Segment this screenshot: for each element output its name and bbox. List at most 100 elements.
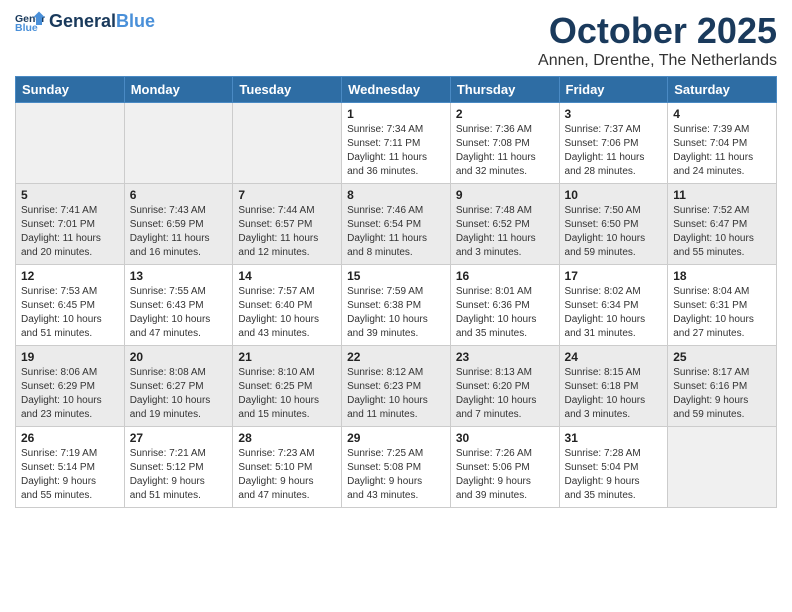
- day-info: Sunrise: 8:02 AM Sunset: 6:34 PM Dayligh…: [565, 285, 663, 341]
- calendar-cell: 23Sunrise: 8:13 AM Sunset: 6:20 PM Dayli…: [450, 346, 559, 427]
- day-info: Sunrise: 7:48 AM Sunset: 6:52 PM Dayligh…: [456, 204, 554, 260]
- day-number: 23: [456, 350, 554, 364]
- calendar-table: Sunday Monday Tuesday Wednesday Thursday…: [15, 76, 777, 508]
- calendar-cell: 25 Sunrise: 8:17 AM Sunset: 6:16 PM Dayli…: [668, 346, 777, 427]
- calendar-cell: 22 Sunrise: 8:12 AM Sunset: 6:23 PM Dayli…: [342, 346, 451, 427]
- calendar-cell: 21 Sunrise: 8:10 AM Sunset: 6:25 PM Dayli…: [233, 346, 342, 427]
- logo-blue: Blue: [116, 11, 155, 31]
- day-info: Sunrise: 7:23 AM Sunset: 5:10 PM Dayligh…: [238, 447, 336, 503]
- calendar-cell: 24Sunrise: 8:15 AM Sunset: 6:18 PM Dayli…: [559, 346, 668, 427]
- calendar-cell: 20 Sunrise: 8:08 AM Sunset: 6:27 PM Dayli…: [124, 346, 233, 427]
- day-info: Sunrise: 7:37 AM Sunset: 7:06 PM Dayligh…: [565, 123, 663, 179]
- calendar-cell: 8 Sunrise: 7:46 AM Sunset: 6:54 PM Daylig…: [342, 184, 451, 265]
- location: Annen, Drenthe, The Netherlands: [538, 52, 777, 70]
- header-tuesday: Tuesday: [233, 77, 342, 103]
- calendar-cell: 27Sunrise: 7:21 AM Sunset: 5:12 PM Dayli…: [124, 427, 233, 508]
- calendar-week-row-4: 19 Sunrise: 8:06 AM Sunset: 6:29 PM Dayli…: [16, 346, 777, 427]
- calendar-cell: 2Sunrise: 7:36 AM Sunset: 7:08 PM Daylig…: [450, 103, 559, 184]
- calendar-cell: 17 Sunrise: 8:02 AM Sunset: 6:34 PM Dayli…: [559, 265, 668, 346]
- day-number: 14: [238, 269, 336, 283]
- day-number: 11: [673, 188, 771, 202]
- day-number: 12: [21, 269, 119, 283]
- day-number: 8: [347, 188, 445, 202]
- calendar-cell: 18 Sunrise: 8:04 AM Sunset: 6:31 PM Dayli…: [668, 265, 777, 346]
- day-info: Sunrise: 7:41 AM Sunset: 7:01 PM Dayligh…: [21, 204, 119, 260]
- calendar-cell: 7Sunrise: 7:44 AM Sunset: 6:57 PM Daylig…: [233, 184, 342, 265]
- day-info: Sunrise: 7:39 AM Sunset: 7:04 PM Dayligh…: [673, 123, 771, 179]
- month-title: October 2025: [538, 10, 777, 52]
- calendar-week-row-3: 12Sunrise: 7:53 AM Sunset: 6:45 PM Dayli…: [16, 265, 777, 346]
- day-number: 26: [21, 431, 119, 445]
- day-info: Sunrise: 7:28 AM Sunset: 5:04 PM Dayligh…: [565, 447, 663, 503]
- day-number: 15: [347, 269, 445, 283]
- day-number: 13: [130, 269, 228, 283]
- header-friday: Friday: [559, 77, 668, 103]
- day-number: 20: [130, 350, 228, 364]
- day-info: Sunrise: 7:59 AM Sunset: 6:38 PM Dayligh…: [347, 285, 445, 341]
- weekday-header-row: Sunday Monday Tuesday Wednesday Thursday…: [16, 77, 777, 103]
- day-number: 16: [456, 269, 554, 283]
- logo: General Blue GeneralBlue: [15, 10, 155, 34]
- calendar-cell: 30 Sunrise: 7:26 AM Sunset: 5:06 PM Dayli…: [450, 427, 559, 508]
- day-info: Sunrise: 8:04 AM Sunset: 6:31 PM Dayligh…: [673, 285, 771, 341]
- day-number: 29: [347, 431, 445, 445]
- day-number: 2: [456, 107, 554, 121]
- calendar-cell: 31 Sunrise: 7:28 AM Sunset: 5:04 PM Dayli…: [559, 427, 668, 508]
- calendar-week-row-2: 5 Sunrise: 7:41 AM Sunset: 7:01 PM Daylig…: [16, 184, 777, 265]
- header-wednesday: Wednesday: [342, 77, 451, 103]
- day-number: 30: [456, 431, 554, 445]
- day-number: 27: [130, 431, 228, 445]
- day-number: 5: [21, 188, 119, 202]
- day-info: Sunrise: 7:34 AM Sunset: 7:11 PM Dayligh…: [347, 123, 445, 179]
- logo-general: General: [49, 11, 116, 31]
- title-block: October 2025 Annen, Drenthe, The Netherl…: [538, 10, 777, 70]
- day-info: Sunrise: 7:46 AM Sunset: 6:54 PM Dayligh…: [347, 204, 445, 260]
- day-info: Sunrise: 7:26 AM Sunset: 5:06 PM Dayligh…: [456, 447, 554, 503]
- day-info: Sunrise: 8:12 AM Sunset: 6:23 PM Dayligh…: [347, 366, 445, 422]
- calendar-cell: 16Sunrise: 8:01 AM Sunset: 6:36 PM Dayli…: [450, 265, 559, 346]
- day-number: 3: [565, 107, 663, 121]
- calendar-cell: 4 Sunrise: 7:39 AM Sunset: 7:04 PM Daylig…: [668, 103, 777, 184]
- calendar-cell: 10 Sunrise: 7:50 AM Sunset: 6:50 PM Dayli…: [559, 184, 668, 265]
- calendar-cell: [233, 103, 342, 184]
- svg-text:Blue: Blue: [15, 22, 38, 34]
- calendar-body: 1 Sunrise: 7:34 AM Sunset: 7:11 PM Daylig…: [16, 103, 777, 508]
- day-number: 22: [347, 350, 445, 364]
- day-info: Sunrise: 7:57 AM Sunset: 6:40 PM Dayligh…: [238, 285, 336, 341]
- day-number: 6: [130, 188, 228, 202]
- header-thursday: Thursday: [450, 77, 559, 103]
- calendar-cell: 1 Sunrise: 7:34 AM Sunset: 7:11 PM Daylig…: [342, 103, 451, 184]
- day-number: 1: [347, 107, 445, 121]
- day-number: 19: [21, 350, 119, 364]
- calendar-cell: 13Sunrise: 7:55 AM Sunset: 6:43 PM Dayli…: [124, 265, 233, 346]
- day-info: Sunrise: 7:52 AM Sunset: 6:47 PM Dayligh…: [673, 204, 771, 260]
- day-number: 25: [673, 350, 771, 364]
- calendar-cell: 29 Sunrise: 7:25 AM Sunset: 5:08 PM Dayli…: [342, 427, 451, 508]
- day-number: 10: [565, 188, 663, 202]
- day-info: Sunrise: 8:08 AM Sunset: 6:27 PM Dayligh…: [130, 366, 228, 422]
- calendar-cell: [668, 427, 777, 508]
- day-number: 9: [456, 188, 554, 202]
- day-number: 17: [565, 269, 663, 283]
- calendar-cell: 28Sunrise: 7:23 AM Sunset: 5:10 PM Dayli…: [233, 427, 342, 508]
- calendar-week-row-5: 26Sunrise: 7:19 AM Sunset: 5:14 PM Dayli…: [16, 427, 777, 508]
- calendar-week-row-1: 1 Sunrise: 7:34 AM Sunset: 7:11 PM Daylig…: [16, 103, 777, 184]
- day-number: 7: [238, 188, 336, 202]
- day-number: 18: [673, 269, 771, 283]
- page: General Blue GeneralBlue October 2025 An…: [0, 0, 792, 612]
- day-number: 24: [565, 350, 663, 364]
- calendar-cell: 6Sunrise: 7:43 AM Sunset: 6:59 PM Daylig…: [124, 184, 233, 265]
- calendar-cell: [16, 103, 125, 184]
- day-info: Sunrise: 8:17 AM Sunset: 6:16 PM Dayligh…: [673, 366, 771, 422]
- day-info: Sunrise: 8:10 AM Sunset: 6:25 PM Dayligh…: [238, 366, 336, 422]
- day-info: Sunrise: 7:50 AM Sunset: 6:50 PM Dayligh…: [565, 204, 663, 260]
- calendar-cell: 26Sunrise: 7:19 AM Sunset: 5:14 PM Dayli…: [16, 427, 125, 508]
- calendar-cell: 5 Sunrise: 7:41 AM Sunset: 7:01 PM Daylig…: [16, 184, 125, 265]
- calendar-cell: 9 Sunrise: 7:48 AM Sunset: 6:52 PM Daylig…: [450, 184, 559, 265]
- day-number: 4: [673, 107, 771, 121]
- day-info: Sunrise: 7:25 AM Sunset: 5:08 PM Dayligh…: [347, 447, 445, 503]
- day-number: 21: [238, 350, 336, 364]
- day-info: Sunrise: 8:06 AM Sunset: 6:29 PM Dayligh…: [21, 366, 119, 422]
- day-number: 31: [565, 431, 663, 445]
- logo-icon: General Blue: [15, 10, 45, 34]
